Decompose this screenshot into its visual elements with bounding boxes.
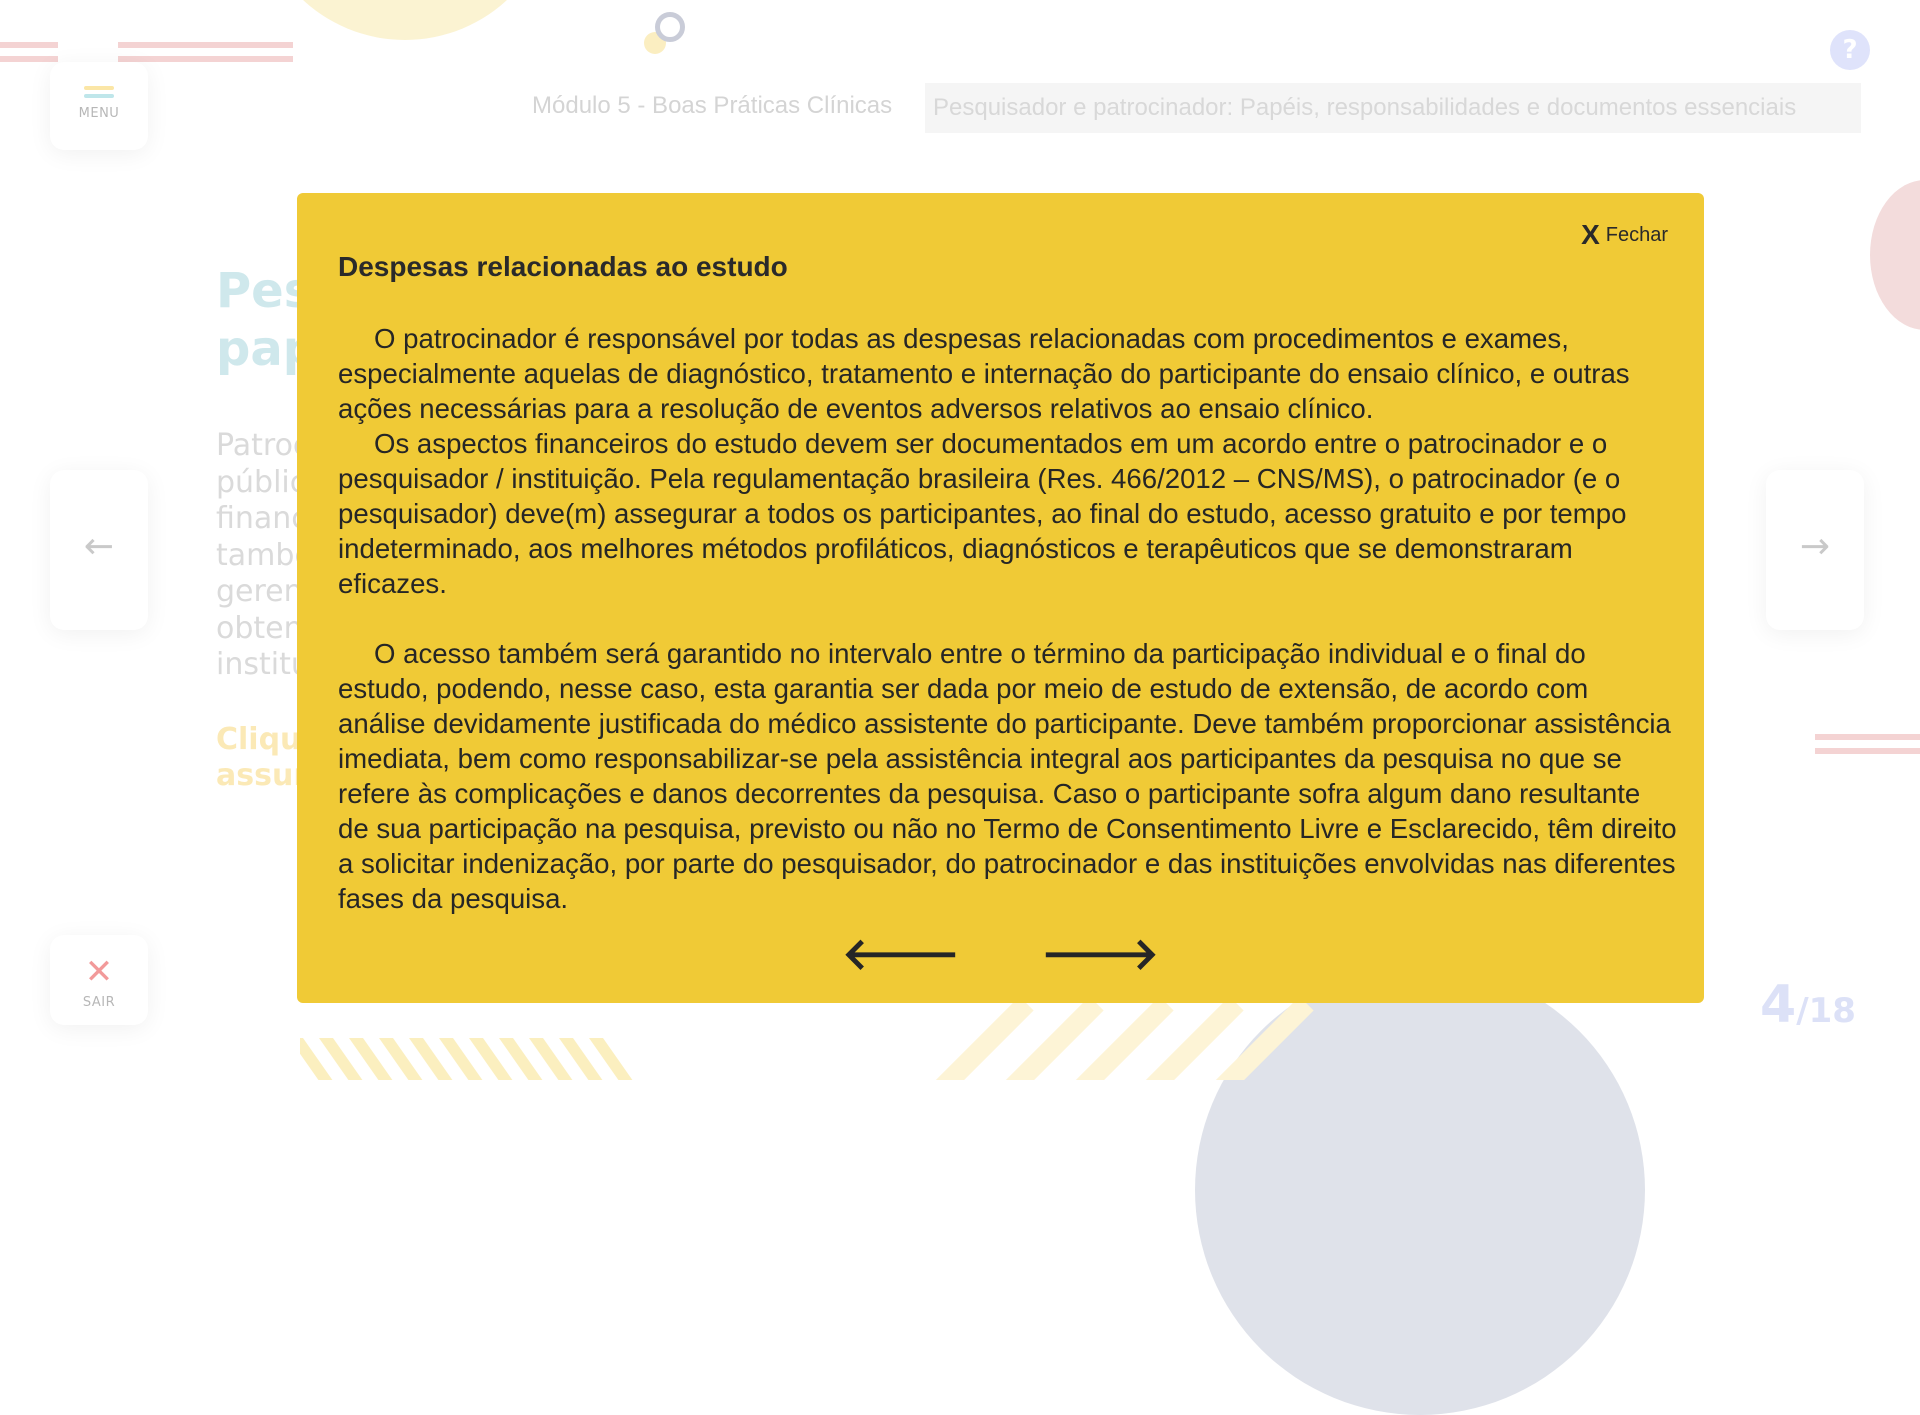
page-total: /18 [1796, 991, 1856, 1031]
menu-icon [84, 86, 114, 98]
page-counter: 4/18 [1760, 975, 1856, 1035]
help-button[interactable]: ? [1830, 30, 1870, 70]
modal-paragraph: Os aspectos financeiros do estudo devem … [338, 428, 1627, 599]
arrow-left-icon: ← [83, 526, 115, 567]
decorative-lines [0, 42, 295, 72]
breadcrumb-topic: Pesquisador e patrocinador: Papéis, resp… [925, 83, 1861, 133]
modal-navigation: 🡐 🡒 [297, 933, 1704, 977]
exit-label: SAIR [82, 995, 116, 1010]
close-label: Fechar [1605, 224, 1668, 246]
breadcrumb-module: Módulo 5 - Boas Práticas Clínicas [532, 92, 893, 119]
decorative-stripes-yellow [300, 1038, 660, 1080]
close-modal-button[interactable]: X Fechar [1581, 219, 1668, 251]
menu-label: MENU [78, 106, 120, 121]
modal-prev-arrow-icon[interactable]: 🡐 [842, 933, 960, 977]
decorative-circle [255, 0, 555, 40]
decorative-ring [655, 12, 685, 42]
arrow-right-icon: → [1799, 526, 1831, 567]
page-current: 4 [1760, 975, 1797, 1035]
modal-body: O patrocinador é responsável por todas a… [338, 321, 1678, 916]
next-page-button[interactable]: → [1766, 470, 1864, 630]
info-modal: X Fechar Despesas relacionadas ao estudo … [297, 193, 1704, 1003]
menu-button[interactable]: MENU [50, 62, 148, 150]
close-icon: ✕ [84, 952, 114, 992]
close-icon: X [1581, 219, 1600, 250]
previous-page-button[interactable]: ← [50, 470, 148, 630]
modal-title: Despesas relacionadas ao estudo [338, 251, 788, 282]
modal-paragraph: O acesso também será garantido no interv… [338, 638, 1677, 914]
decorative-stripes [900, 1000, 1320, 1080]
decorative-circle-right [1870, 180, 1920, 330]
modal-paragraph: O patrocinador é responsável por todas a… [338, 323, 1630, 424]
decorative-lines-right [1810, 734, 1920, 758]
modal-next-arrow-icon[interactable]: 🡒 [1041, 933, 1159, 977]
exit-button[interactable]: ✕ SAIR [50, 935, 148, 1025]
